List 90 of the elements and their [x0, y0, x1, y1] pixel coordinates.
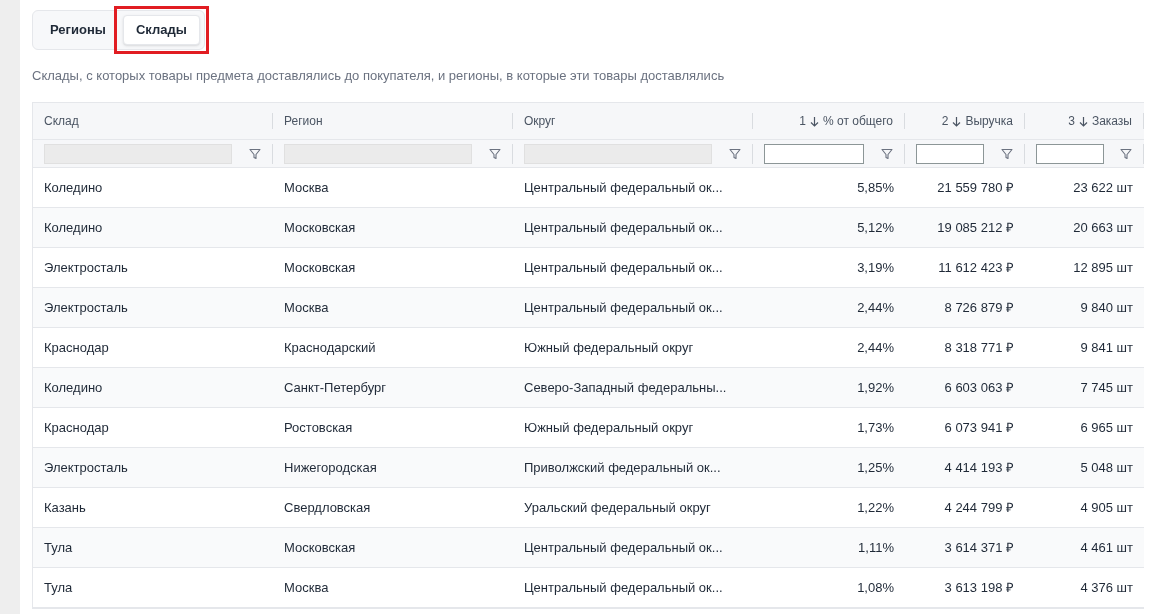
table-cell-text: Коледино — [43, 218, 104, 237]
table-cell-text: Москва — [283, 578, 330, 597]
tab[interactable]: Регионы — [37, 15, 119, 45]
table-cell-text: 23 622 шт — [1072, 178, 1134, 197]
filter-icon[interactable] — [729, 147, 741, 160]
table-cell-text: 3,19% — [856, 258, 895, 277]
table-cell-text: 5,12% — [856, 218, 895, 237]
sort-rank: 2 — [941, 113, 949, 130]
table-cell-text: 3 614 371 ₽ — [943, 538, 1015, 557]
table-cell-text: Коледино — [43, 178, 104, 197]
table-cell-text: Москва — [283, 178, 330, 197]
sort-rank: 3 — [1068, 113, 1075, 130]
table-cell-text: Южный федеральный округ — [523, 418, 695, 437]
table-cell-text: Электросталь — [43, 458, 129, 477]
table-cell-text: Московская — [283, 218, 357, 237]
filter-field[interactable] — [764, 143, 864, 164]
table-cell-text: 1,11% — [857, 538, 895, 557]
table-cell-text: 5,85% — [856, 178, 895, 197]
table-cell-text: Казань — [43, 498, 87, 517]
table-cell-text: 4 244 799 ₽ — [943, 498, 1015, 517]
filter-field[interactable] — [1036, 143, 1104, 164]
table-cell-text: Северо-Западный федеральны... — [523, 378, 728, 397]
table-cell-text: 19 085 212 ₽ — [936, 218, 1015, 237]
table-cell-text: Краснодар — [43, 338, 110, 357]
table-cell-text: Центральный федеральный ок... — [523, 178, 724, 197]
table-cell-text: Центральный федеральный ок... — [523, 258, 724, 277]
table-cell-text: 4 376 шт — [1079, 578, 1134, 597]
column-header[interactable]: % от общего — [823, 112, 893, 130]
table-cell-text: 6 603 063 ₽ — [943, 378, 1015, 397]
column-header[interactable]: Регион — [284, 112, 323, 130]
table-cell-text: 1,22% — [856, 498, 895, 517]
table-cell-text: 2,44% — [856, 298, 895, 317]
table-cell-text: 3 613 198 ₽ — [943, 578, 1015, 597]
table-cell-text: Краснодар — [43, 418, 110, 437]
table-cell-text: Электросталь — [43, 258, 129, 277]
filter-icon[interactable] — [1120, 147, 1132, 160]
table-cell-text: 8 318 771 ₽ — [943, 338, 1015, 357]
table-cell-text: 4 905 шт — [1079, 498, 1134, 517]
table-cell-text: 1,73% — [856, 418, 895, 437]
table-cell-text: Тула — [43, 538, 74, 557]
filter-icon[interactable] — [1001, 147, 1013, 160]
table-cell-text: 1,92% — [856, 378, 895, 397]
filter-icon[interactable] — [249, 147, 261, 160]
table-cell-text: 1,25% — [856, 458, 895, 477]
sort-down-icon[interactable] — [1078, 115, 1088, 127]
filter-icon[interactable] — [489, 147, 501, 160]
sort-rank: 1 — [799, 113, 806, 130]
table-cell-text: Южный федеральный округ — [523, 338, 695, 357]
table-cell-text: Центральный федеральный ок... — [523, 218, 724, 237]
table-cell-text: Санкт-Петербург — [283, 378, 387, 397]
table-cell-text: Ростовская — [283, 418, 354, 437]
table-cell-text: Краснодарский — [283, 338, 377, 357]
table-cell-text: 7 745 шт — [1079, 378, 1134, 397]
table-cell-text: 11 612 423 ₽ — [937, 258, 1015, 277]
table-cell-text: 9 841 шт — [1079, 338, 1134, 357]
table-cell-text: 20 663 шт — [1072, 218, 1134, 237]
description-text: Склады, с которых товары предмета доставлялись до покупателя, и регионы, в которые эти товары доставлялись — [32, 68, 726, 84]
column-header[interactable]: Выручка — [965, 112, 1013, 130]
table-cell-text: 8 726 879 ₽ — [943, 298, 1015, 317]
table-cell-text: Центральный федеральный ок... — [523, 298, 724, 317]
table-cell-text: Уральский федеральный округ — [523, 498, 712, 517]
table-cell-text: Московская — [283, 258, 357, 277]
table-cell-text: Свердловская — [283, 498, 372, 517]
table-cell-text: 1,08% — [856, 578, 895, 597]
filter-field[interactable] — [916, 143, 984, 164]
table-cell-text: Московская — [283, 538, 357, 557]
table-cell-text: 4 414 193 ₽ — [943, 458, 1015, 477]
table-cell-text: 2,44% — [856, 338, 895, 357]
table-cell-text: Электросталь — [43, 298, 129, 317]
sort-down-icon[interactable] — [952, 115, 962, 127]
filter-icon[interactable] — [881, 147, 893, 160]
sort-down-icon[interactable] — [810, 115, 819, 127]
table-cell-text: 6 965 шт — [1079, 418, 1134, 437]
tab[interactable]: Склады — [122, 15, 200, 45]
table-cell-text: 4 461 шт — [1079, 538, 1134, 557]
table-cell-text: 9 840 шт — [1079, 298, 1134, 317]
table-cell-text: Центральный федеральный ок... — [523, 578, 724, 597]
table-cell-text: 5 048 шт — [1079, 458, 1134, 477]
column-header[interactable]: Заказы — [1091, 112, 1132, 130]
table-cell-text: 6 073 941 ₽ — [943, 418, 1015, 437]
column-header[interactable]: Склад — [44, 112, 79, 130]
table-cell-text: Приволжский федеральный ок... — [523, 458, 722, 477]
table-cell-text: 12 895 шт — [1072, 258, 1134, 277]
column-header[interactable]: Округ — [524, 112, 556, 130]
table-cell-text: Тула — [43, 578, 74, 597]
table-cell-text: 21 559 780 ₽ — [936, 178, 1015, 197]
table-cell-text: Центральный федеральный ок... — [523, 538, 724, 557]
table-cell-text: Москва — [283, 298, 330, 317]
table-cell-text: Коледино — [43, 378, 104, 397]
table-cell-text: Нижегородская — [283, 458, 378, 477]
